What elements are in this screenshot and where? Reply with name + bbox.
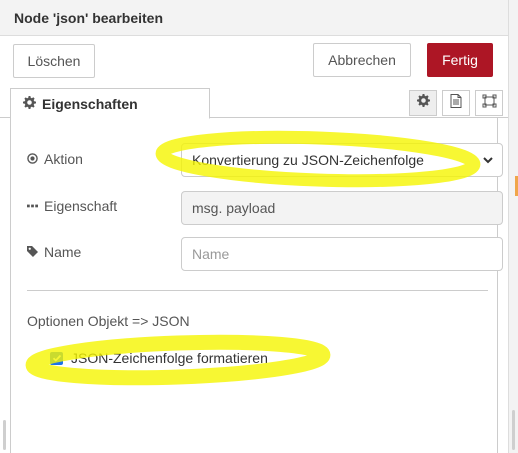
section-divider	[27, 290, 488, 291]
radio-dot-icon	[27, 151, 38, 167]
cancel-button[interactable]: Abbrechen	[313, 43, 411, 77]
tab-appearance-button[interactable]	[475, 90, 503, 116]
action-select[interactable]: Konvertierung zu JSON-Zeichenfolge	[181, 143, 503, 177]
property-value: msg. payload	[192, 200, 276, 216]
pretty-checkbox[interactable]	[50, 351, 63, 365]
chevron-down-icon	[482, 153, 494, 169]
name-label: Name	[27, 244, 81, 260]
frame-icon	[482, 94, 497, 113]
done-button[interactable]: Fertig	[427, 43, 493, 77]
action-label: Aktion	[27, 151, 83, 167]
right-gutter	[508, 0, 518, 453]
options-title: Optionen Objekt => JSON	[27, 313, 190, 329]
gear-icon	[416, 94, 430, 112]
right-scrollbar[interactable]	[512, 410, 515, 450]
ellipsis-icon	[27, 198, 38, 214]
property-field[interactable]: msg. payload	[181, 191, 503, 225]
dialog-title: Node 'json' bearbeiten	[0, 0, 508, 36]
name-input[interactable]	[192, 238, 502, 270]
tab-properties[interactable]: Eigenschaften	[10, 88, 210, 119]
property-label: Eigenschaft	[27, 198, 117, 214]
pretty-label: JSON-Zeichenfolge formatieren	[71, 350, 268, 366]
tab-description-button[interactable]	[442, 90, 470, 116]
delete-button[interactable]: Löschen	[13, 44, 95, 78]
left-scrollbar[interactable]	[3, 420, 6, 450]
name-field[interactable]	[181, 237, 503, 271]
tab-properties-label: Eigenschaften	[42, 95, 138, 112]
action-label-text: Aktion	[44, 151, 83, 167]
action-select-value: Konvertierung zu JSON-Zeichenfolge	[192, 152, 424, 168]
document-icon	[450, 93, 462, 113]
tag-icon	[27, 244, 38, 260]
gear-icon	[23, 95, 36, 112]
name-label-text: Name	[44, 244, 82, 260]
property-label-text: Eigenschaft	[44, 198, 118, 214]
pretty-option[interactable]: JSON-Zeichenfolge formatieren	[50, 350, 268, 366]
tab-settings-button[interactable]	[409, 90, 437, 116]
